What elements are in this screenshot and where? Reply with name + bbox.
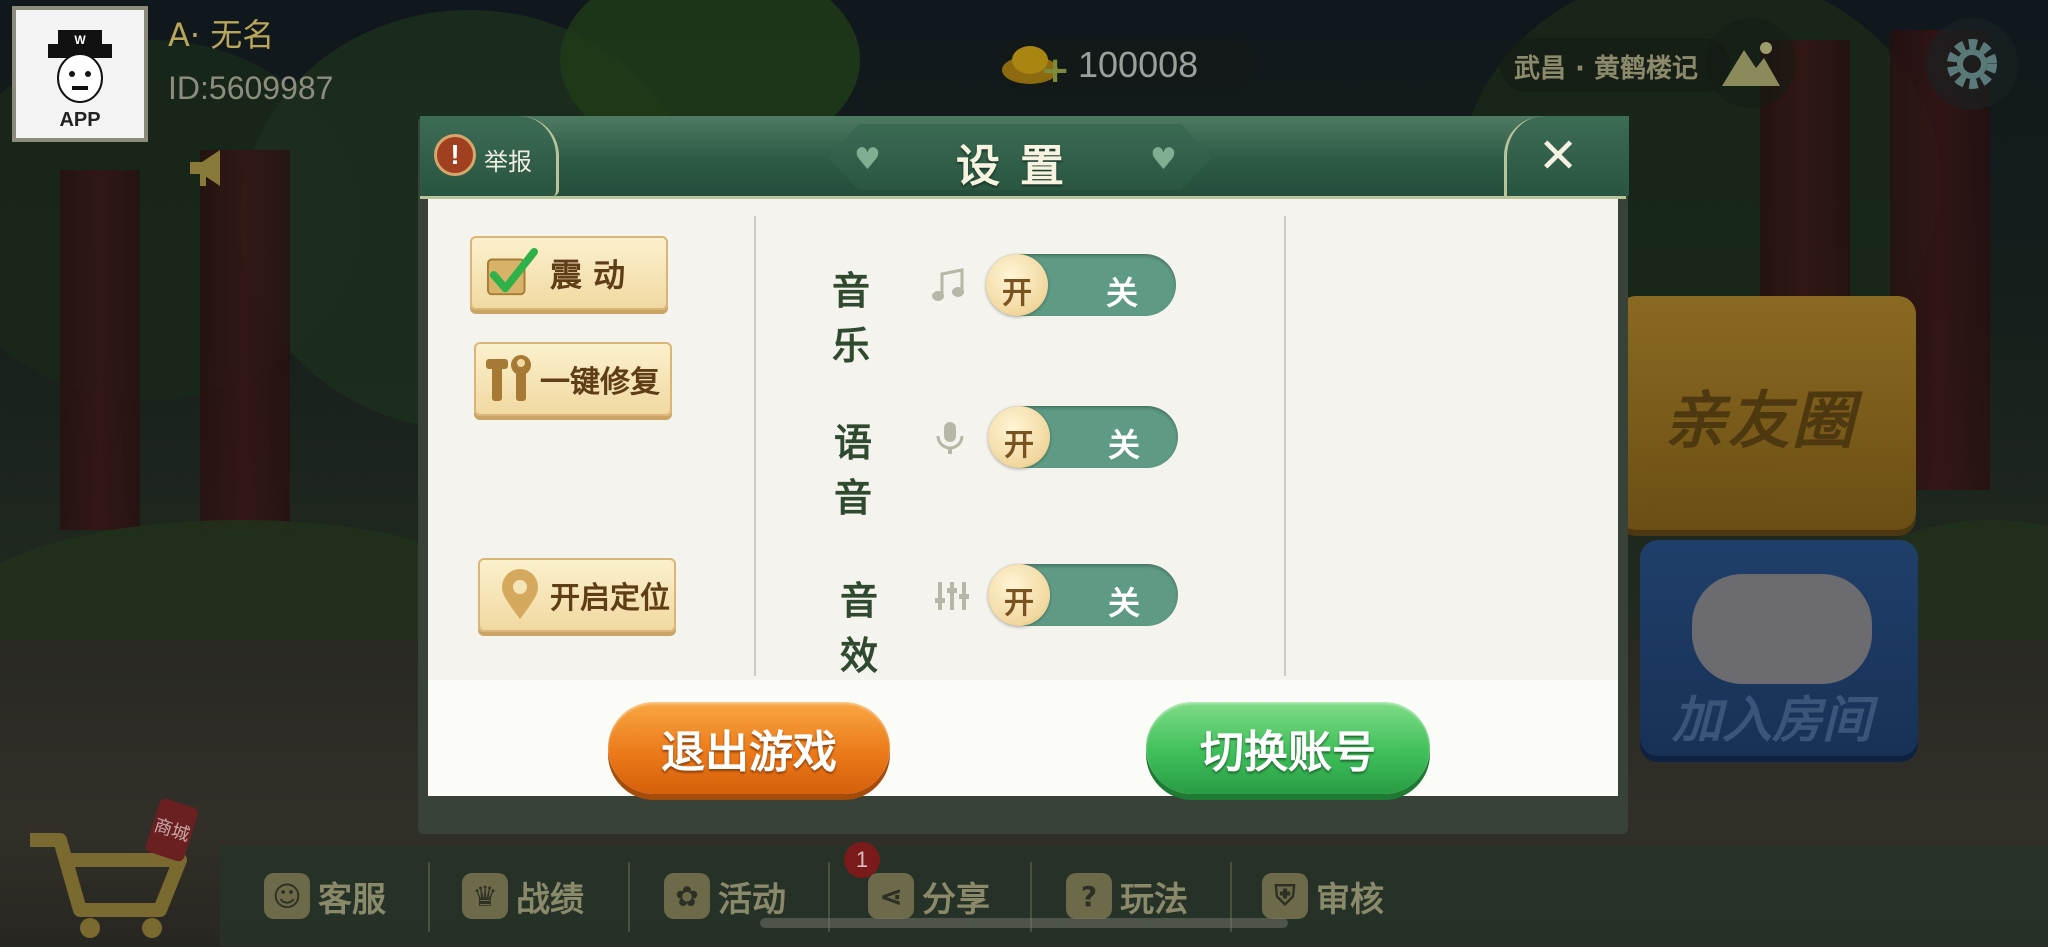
customer-service-icon: ☺: [264, 873, 310, 919]
switch-account-button[interactable]: 切换账号: [1146, 702, 1430, 794]
toggle-off-text: 关: [1108, 426, 1141, 464]
friends-circle-label: 亲友圈: [1664, 384, 1857, 457]
shield-icon: ⛨: [1262, 873, 1308, 919]
column-divider: [1284, 216, 1286, 676]
location-pin-icon: [494, 569, 546, 621]
music-toggle[interactable]: 开 关: [986, 254, 1176, 316]
dialog-title: 设置: [956, 141, 1084, 192]
gold-value: 100008: [1078, 44, 1199, 85]
question-icon: ?: [1066, 873, 1112, 919]
nav-label: 活动: [718, 879, 786, 920]
warning-icon: !: [434, 134, 476, 176]
player-id: ID:5609987: [168, 70, 334, 106]
gift-icon: ✿: [664, 873, 710, 919]
column-divider: [754, 216, 756, 676]
music-note-icon: [932, 268, 964, 301]
nav-label: 客服: [318, 879, 386, 920]
player-name: A· 无名: [168, 16, 275, 54]
svg-text:W: W: [74, 33, 86, 47]
toggle-on-text: 开: [1004, 428, 1034, 463]
location-text: 武昌 · 黄鹤楼记: [1514, 54, 1698, 84]
settings-gear-icon[interactable]: [1926, 18, 2018, 110]
microphone-icon: [936, 422, 964, 454]
sound-effects-label: 音效: [840, 579, 879, 678]
vibrate-toggle-button[interactable]: 震 动: [470, 236, 668, 310]
gamepad-icon: [1692, 574, 1872, 684]
voice-label: 语音: [834, 421, 873, 520]
nav-review[interactable]: ⛨ 审核: [1262, 866, 1384, 926]
nav-divider: [628, 862, 630, 932]
repair-label: 一键修复: [540, 365, 660, 400]
share-icon: ⋖: [868, 873, 914, 919]
nav-label: 分享: [922, 879, 990, 920]
announcement-speaker-icon[interactable]: [186, 148, 232, 188]
close-icon[interactable]: ✕: [1538, 128, 1578, 184]
avatar-label: APP: [59, 109, 101, 131]
join-room-label: 加入房间: [1672, 691, 1872, 749]
vibrate-label: 震 动: [550, 256, 626, 294]
nav-records[interactable]: ♛ 战绩: [462, 866, 584, 926]
report-button[interactable]: ! 举报: [420, 116, 559, 196]
nav-share[interactable]: ⋖ 分享: [868, 866, 990, 926]
voice-toggle[interactable]: 开 关: [988, 406, 1178, 468]
mountain-location-icon[interactable]: [1706, 18, 1796, 108]
player-avatar[interactable]: W APP: [12, 6, 148, 142]
settings-dialog: ♥ ♥ 设置 ! 举报 ✕ 震 动 一键修复 开启定位 音乐 开 关 语音 开 …: [418, 116, 1629, 834]
location-label: 开启定位: [550, 581, 670, 616]
nav-divider: [428, 862, 430, 932]
nav-rules[interactable]: ? 玩法: [1066, 866, 1188, 926]
shop-cart-icon[interactable]: 商城: [20, 780, 200, 940]
nav-label: 战绩: [516, 879, 584, 920]
dialog-footer: [428, 680, 1618, 796]
tools-icon: [484, 353, 536, 405]
toggle-on-text: 开: [1004, 586, 1034, 621]
nav-activities[interactable]: ✿ 活动: [664, 866, 786, 926]
nav-customer-service[interactable]: ☺ 客服: [264, 866, 386, 926]
toggle-off-text: 关: [1108, 584, 1141, 622]
nav-label: 审核: [1316, 879, 1384, 920]
add-gold-icon[interactable]: +: [1040, 50, 1070, 91]
exit-game-button[interactable]: 退出游戏: [608, 702, 890, 794]
report-label: 举报: [484, 148, 532, 176]
equalizer-icon: [935, 582, 969, 610]
avatar-face-icon: W: [48, 30, 112, 103]
enable-location-button[interactable]: 开启定位: [478, 558, 676, 632]
nav-label: 玩法: [1120, 879, 1188, 920]
share-notification-badge: 1: [844, 842, 880, 878]
music-label: 音乐: [832, 269, 871, 368]
one-click-repair-button[interactable]: 一键修复: [474, 342, 672, 416]
toggle-off-text: 关: [1106, 274, 1139, 312]
checkbox-checked-icon: [486, 247, 538, 299]
toggle-on-text: 开: [1002, 276, 1032, 311]
trophy-icon: ♛: [462, 873, 508, 919]
home-indicator[interactable]: [760, 918, 1288, 928]
sound-effects-toggle[interactable]: 开 关: [988, 564, 1178, 626]
